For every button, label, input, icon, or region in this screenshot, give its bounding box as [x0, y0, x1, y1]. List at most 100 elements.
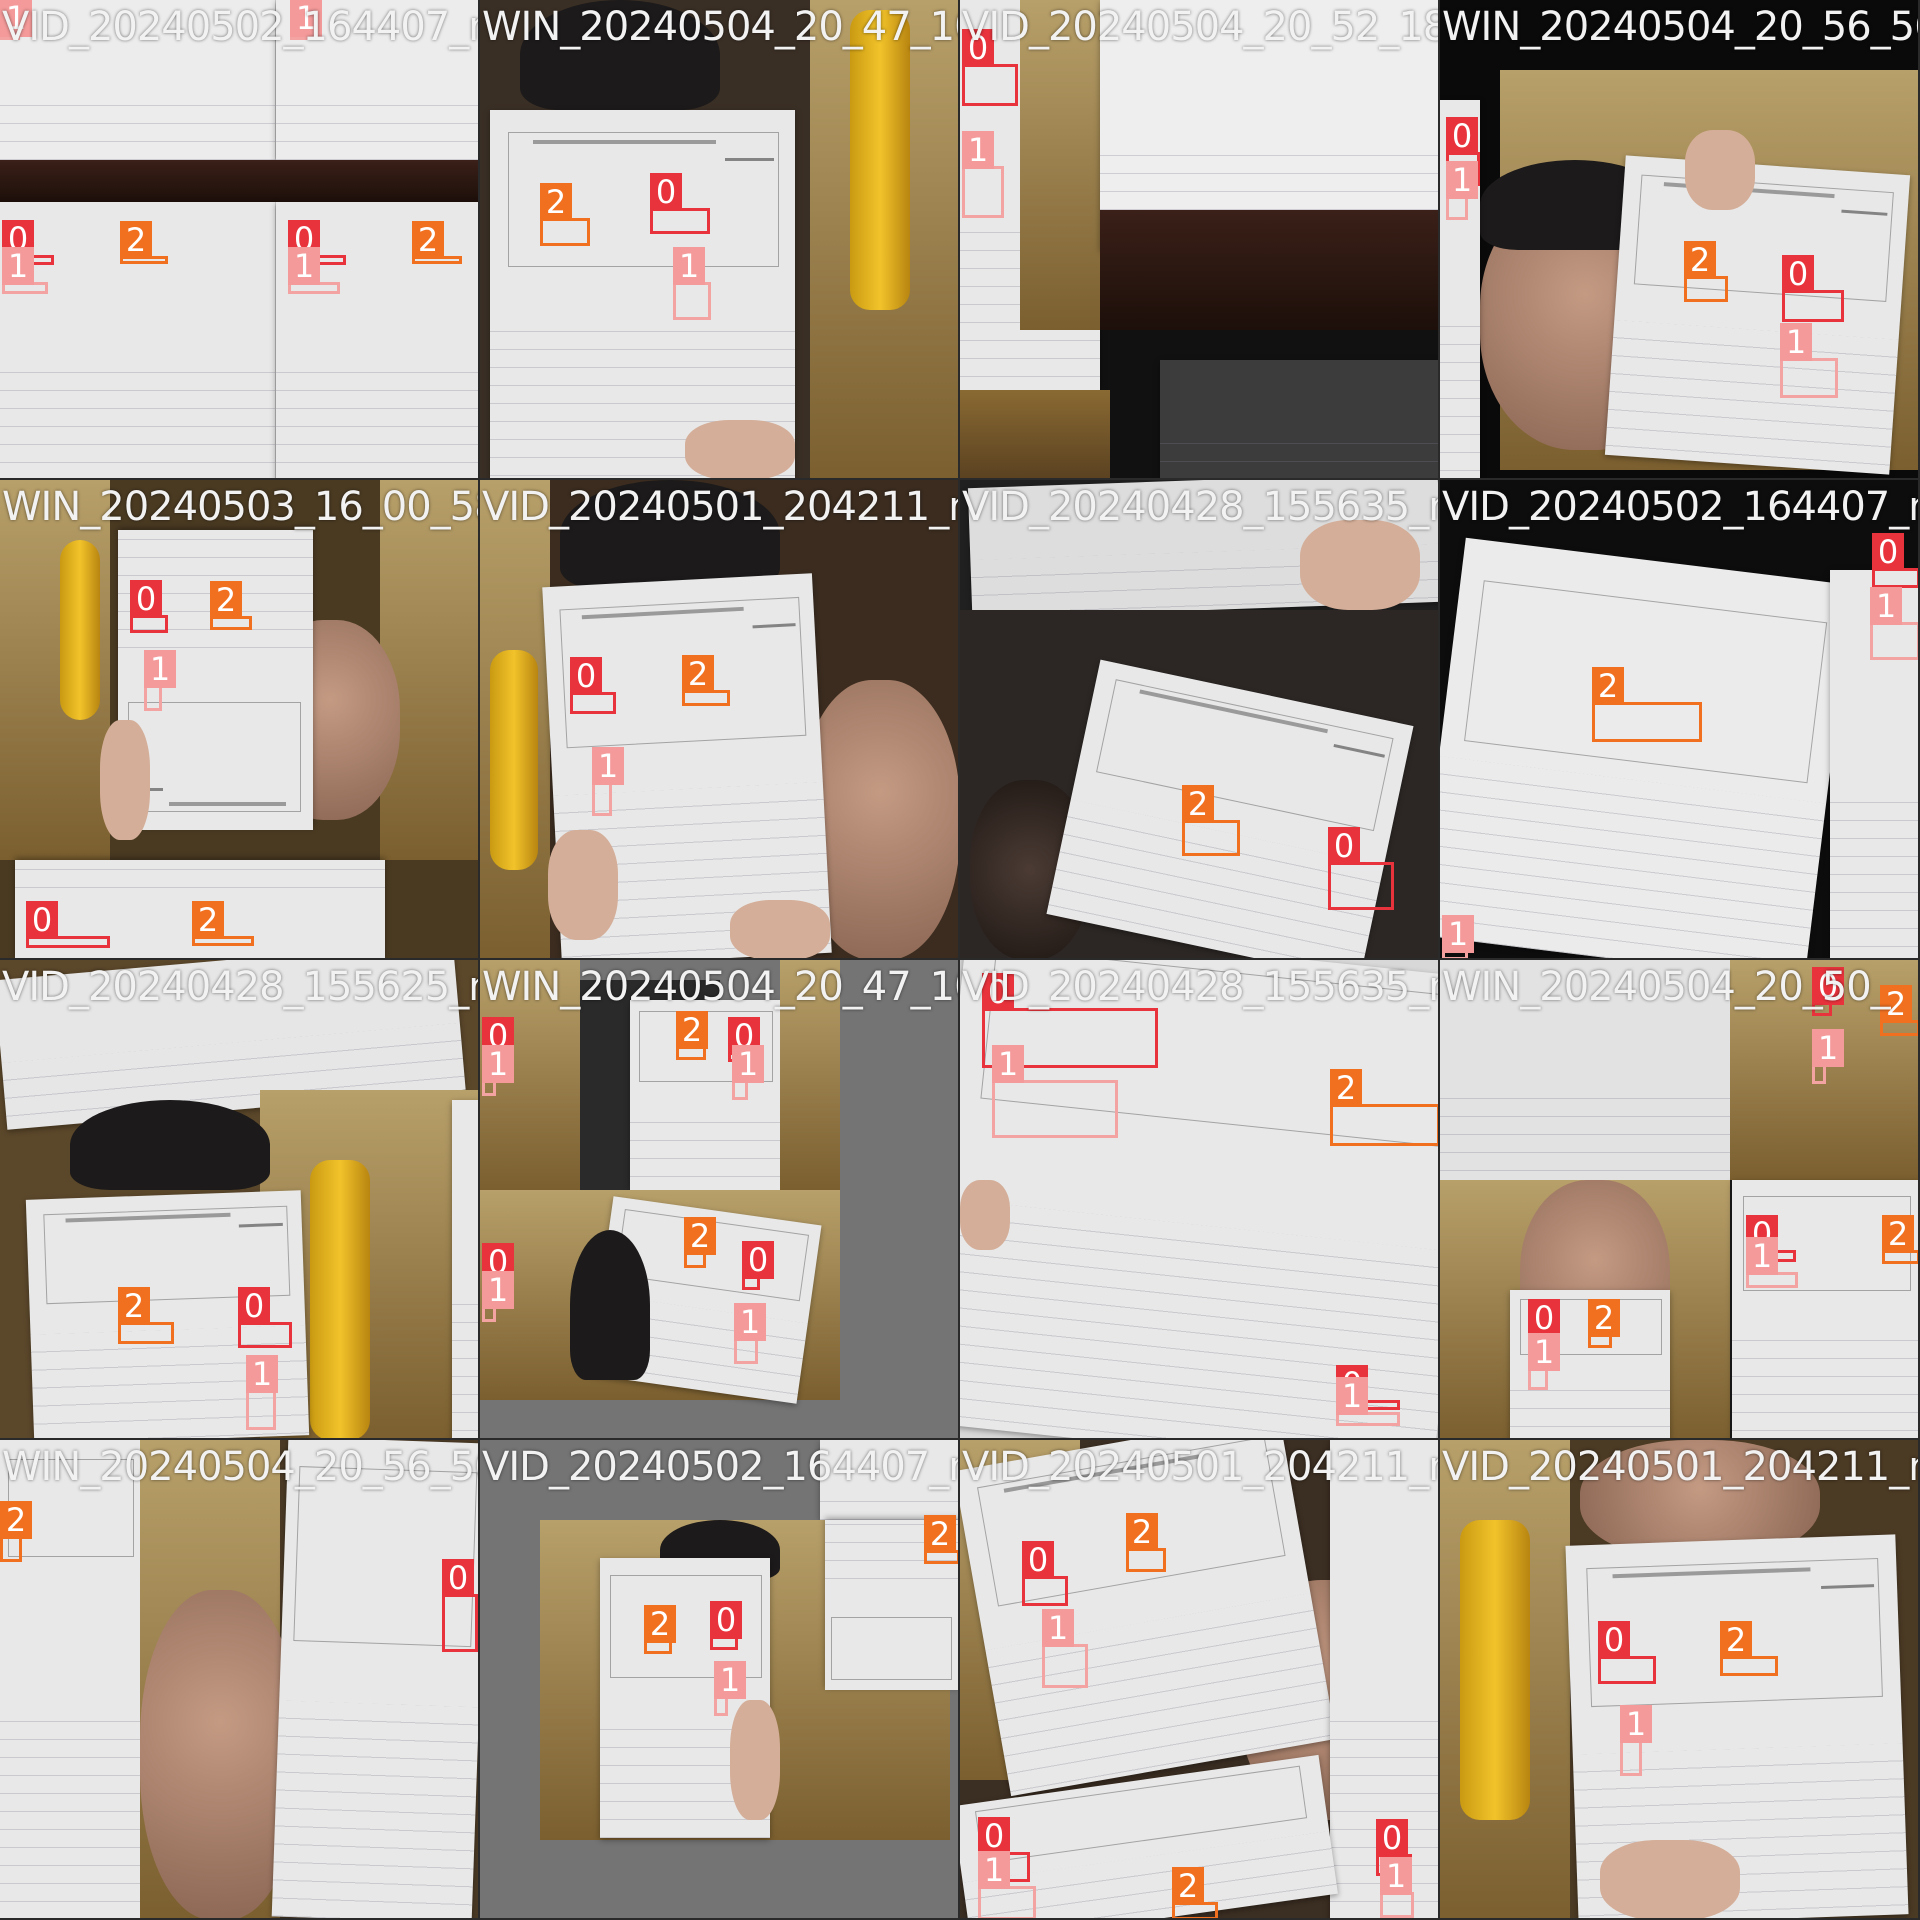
tile: WIN_20240504_20_47_10_Pro 0 1 2 0 1 0 1 … — [480, 960, 960, 1440]
class-label: 2 — [1330, 1069, 1362, 1107]
bookshelf — [960, 390, 1110, 478]
tile: WIN_20240504_20_50_ 0 2 1 0 2 1 0 2 1 — [1440, 960, 1920, 1440]
detection-box: 2 — [1592, 667, 1702, 742]
detection-box: 2 — [1330, 1069, 1438, 1146]
paper-sheet — [1160, 360, 1438, 478]
person-head — [70, 1100, 270, 1190]
tile-title: VID_20240428_155625_mp — [2, 964, 480, 1010]
class-label: 1 — [732, 1045, 764, 1083]
class-label: 0 — [1446, 117, 1478, 155]
detection-box: 1 — [992, 1045, 1118, 1138]
detection-box: 0 — [742, 1241, 774, 1290]
class-label: 0 — [710, 1601, 742, 1639]
detection-box: 2 — [192, 901, 254, 946]
detection-box: 1 — [1780, 323, 1838, 398]
tile: VID_20240501_204211_mp4 0 2 1 — [480, 480, 960, 960]
detection-box: 2 — [1720, 1621, 1778, 1676]
class-label: 2 — [1588, 1299, 1620, 1337]
class-label: 1 — [1812, 1029, 1844, 1067]
class-label: 0 — [1598, 1621, 1630, 1659]
hand — [730, 900, 830, 958]
tile: VID_20240502_164407_mp 0 1 2 1 — [1440, 480, 1920, 960]
class-label: 2 — [210, 581, 242, 619]
class-label: 1 — [2, 247, 34, 285]
class-label: 1 — [246, 1355, 278, 1393]
detection-box: 1 — [978, 1851, 1036, 1918]
detection-box: 0 — [1328, 827, 1394, 910]
class-label: 2 — [540, 183, 572, 221]
detection-box: 1 — [1042, 1609, 1088, 1688]
person-head — [570, 1230, 650, 1380]
tile-title: VID_20240501_204211_mp — [1442, 1444, 1920, 1490]
tile-title: VID_20240502_164407_mp4 — [482, 1444, 958, 1490]
photo — [1440, 960, 1918, 1438]
tile-title: VID_20240502_164407_mp — [1442, 484, 1920, 530]
class-label: 0 — [1872, 533, 1904, 571]
detection-box: 1 — [1446, 161, 1478, 220]
photo — [1440, 1440, 1918, 1918]
class-label: 2 — [412, 221, 444, 259]
photo — [0, 1440, 478, 1918]
detection-box: 1 — [732, 1045, 764, 1100]
tile-title: WIN_20240503_16_00_58_Pro_mp4 — [2, 484, 478, 530]
class-label: 2 — [0, 1501, 32, 1539]
class-label: 0 — [1022, 1541, 1054, 1579]
class-label: 0 — [742, 1241, 774, 1279]
detection-box: 1 — [482, 1271, 514, 1322]
class-label: 1 — [1528, 1333, 1560, 1371]
paper-sheet — [271, 1440, 478, 1918]
detection-box: 1 — [1620, 1705, 1652, 1776]
hand — [100, 720, 150, 840]
class-label: 1 — [1446, 161, 1478, 199]
class-label: 2 — [120, 221, 152, 259]
class-label: 1 — [1380, 1857, 1412, 1895]
desk — [0, 160, 478, 202]
class-label: 1 — [1746, 1237, 1778, 1275]
tile: VID_20240428_155635_mp4 2 0 — [960, 480, 1440, 960]
class-label: 1 — [714, 1661, 746, 1699]
class-label: 0 — [570, 657, 602, 695]
detection-box: 1 — [1870, 587, 1918, 660]
tile-title: VID_20240501_204211_mp4-0001_jpg — [962, 1444, 1438, 1490]
hand — [1600, 1840, 1740, 1918]
detection-box: 0 — [1022, 1541, 1068, 1606]
detection-box: 1 — [288, 247, 340, 294]
detection-box: 1 — [734, 1303, 766, 1364]
class-label: 1 — [992, 1045, 1024, 1083]
tile: WIN_20240503_16_00_58_Pro_mp4 0 2 1 0 2 — [0, 480, 480, 960]
bottle — [60, 540, 100, 720]
detection-box: 2 — [540, 183, 590, 246]
tile: VID_20240428_155635_mp 0 1 2 0 1 — [960, 960, 1440, 1440]
class-label: 0 — [1782, 255, 1814, 293]
class-label: 1 — [673, 247, 705, 285]
class-label: 2 — [1172, 1867, 1204, 1905]
detection-box: 2 — [1588, 1299, 1620, 1348]
class-label: 1 — [962, 131, 994, 169]
tile-title: WIN_20240504_20_56_56_Pro_jpg — [1442, 4, 1918, 50]
class-label: 1 — [1620, 1705, 1652, 1743]
class-label: 0 — [1328, 827, 1360, 865]
hand — [730, 1700, 780, 1820]
hand — [960, 1180, 1010, 1250]
class-label: 1 — [288, 247, 320, 285]
tile: VID_20240428_155625_mp 2 0 1 — [0, 960, 480, 1440]
class-label: 1 — [734, 1303, 766, 1341]
class-label: 0 — [238, 1287, 270, 1325]
class-label: 1 — [144, 650, 176, 688]
detection-box: 1 — [1746, 1237, 1798, 1288]
tile-title: WIN_20240504_20_50_ — [1442, 964, 1891, 1010]
detection-box: 2 — [684, 1217, 716, 1268]
tile: VID_20240504_20_52_18_Pro 0 1 — [960, 0, 1440, 480]
detection-box: 1 — [1336, 1377, 1400, 1426]
detection-box: 0 — [962, 29, 1018, 106]
detection-box: 1 — [714, 1661, 746, 1716]
class-label: 2 — [1592, 667, 1624, 705]
class-label: 2 — [1720, 1621, 1752, 1659]
class-label: 2 — [684, 1217, 716, 1255]
detection-box: 0 — [650, 173, 710, 234]
bottle — [490, 650, 538, 870]
detection-box: 0 — [1872, 533, 1918, 588]
detection-box: 0 — [442, 1559, 478, 1652]
tile: VID_20240501_204211_mp4-0001_jpg 0 2 1 0… — [960, 1440, 1440, 1920]
class-label: 2 — [192, 901, 224, 939]
